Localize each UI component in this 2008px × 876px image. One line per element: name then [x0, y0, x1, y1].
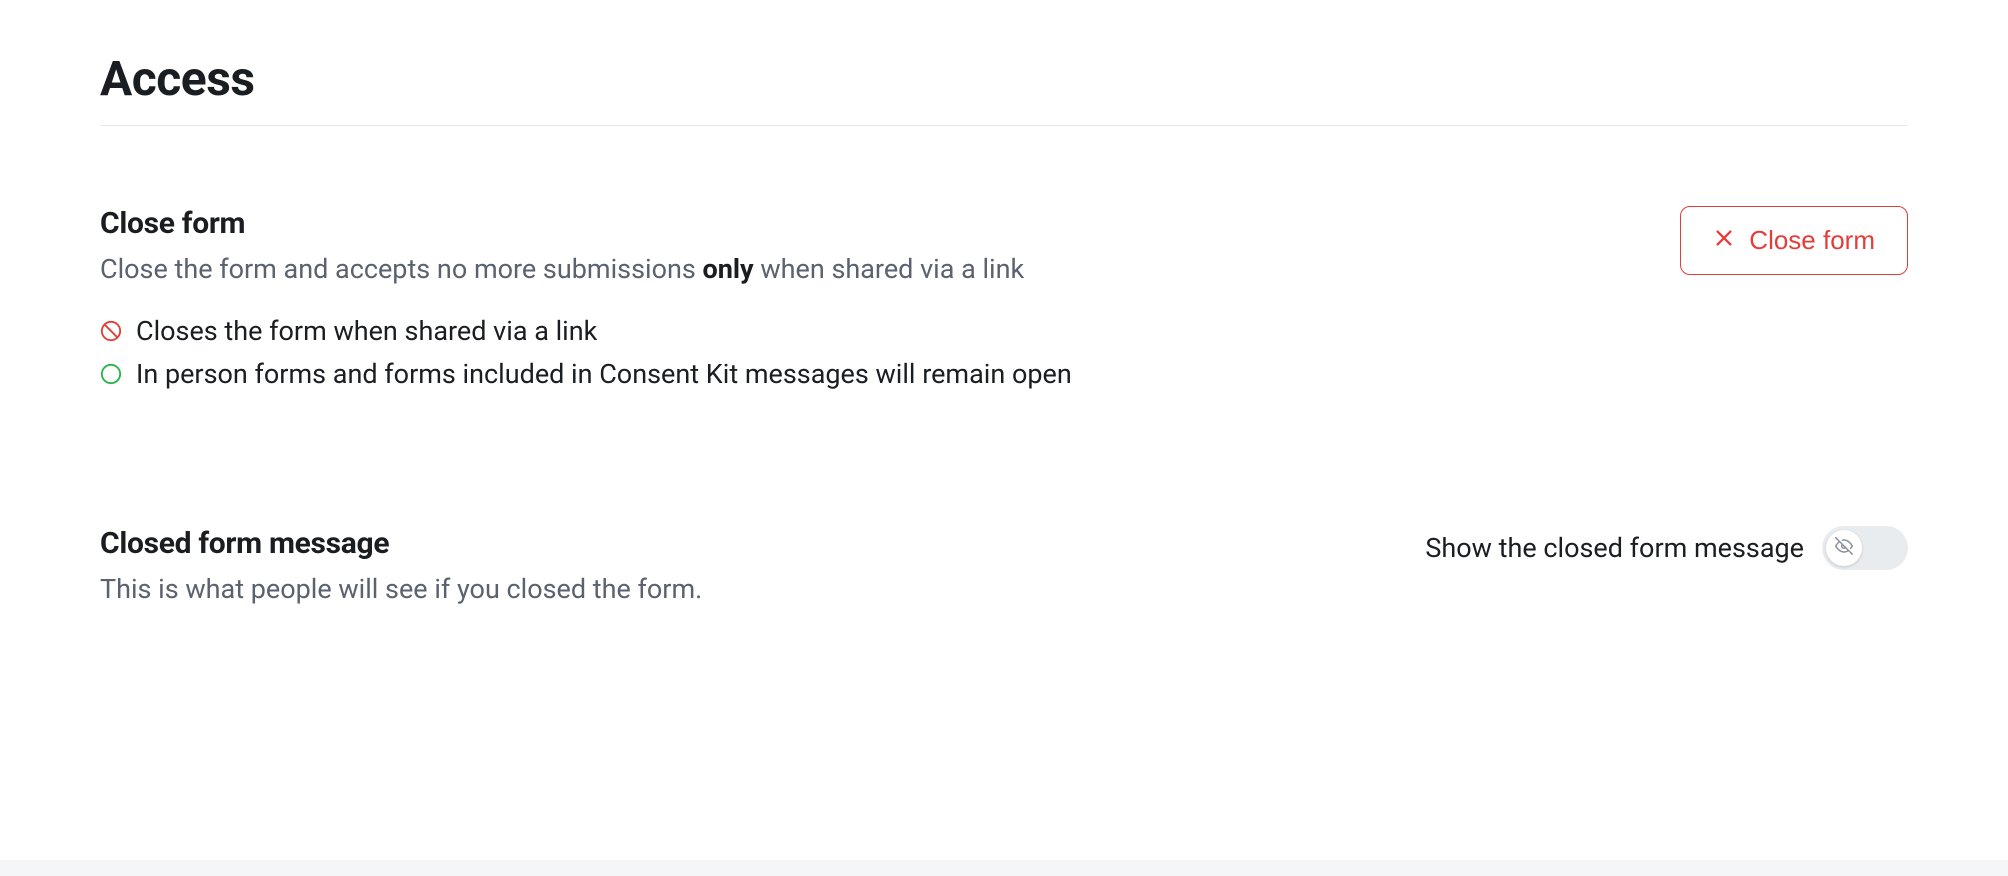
close-form-bullets: Closes the form when shared via a link I…: [100, 310, 1640, 396]
close-form-desc-post: when shared via a link: [754, 253, 1025, 285]
close-form-heading: Close form: [100, 206, 1640, 241]
settings-card: Access Close form Close the form and acc…: [0, 0, 2008, 860]
close-form-desc-strong: only: [703, 253, 754, 285]
toggle-knob: [1826, 530, 1862, 566]
close-form-button[interactable]: Close form: [1680, 206, 1908, 275]
close-form-description: Close the form and accepts no more submi…: [100, 249, 1640, 290]
closed-message-section: Closed form message This is what people …: [100, 526, 1908, 610]
bullet-text: Closes the form when shared via a link: [136, 310, 597, 353]
circle-open-icon: [100, 363, 122, 385]
bullet-text: In person forms and forms included in Co…: [136, 353, 1072, 396]
closed-message-heading: Closed form message: [100, 526, 1385, 561]
closed-message-description: This is what people will see if you clos…: [100, 569, 1385, 610]
page-title: Access: [100, 50, 1908, 126]
closed-message-toggle-wrap: Show the closed form message: [1425, 526, 1908, 570]
close-form-action: Close form: [1680, 206, 1908, 275]
no-entry-icon: [100, 320, 122, 342]
closed-message-toggle[interactable]: [1822, 526, 1908, 570]
close-icon: [1713, 225, 1735, 256]
closed-message-toggle-label: Show the closed form message: [1425, 532, 1804, 564]
list-item: Closes the form when shared via a link: [100, 310, 1640, 353]
close-form-button-label: Close form: [1749, 225, 1875, 256]
eye-off-icon: [1835, 537, 1853, 559]
close-form-desc-pre: Close the form and accepts no more submi…: [100, 253, 703, 285]
list-item: In person forms and forms included in Co…: [100, 353, 1640, 396]
closed-message-info: Closed form message This is what people …: [100, 526, 1385, 610]
close-form-info: Close form Close the form and accepts no…: [100, 206, 1640, 396]
close-form-section: Close form Close the form and accepts no…: [100, 206, 1908, 396]
